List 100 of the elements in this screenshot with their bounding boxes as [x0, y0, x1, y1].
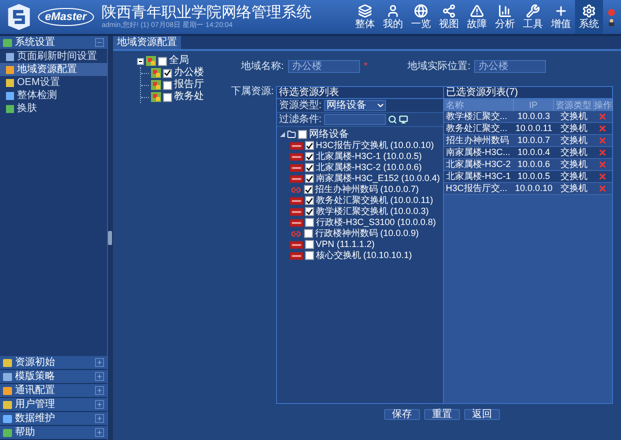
device-label[interactable]: VPN (11.1.1.2) — [316, 240, 375, 249]
checkbox[interactable] — [304, 174, 314, 183]
device-label[interactable]: 北家属楼-H3C-2 (10.0.0.6) — [316, 163, 422, 172]
device-label[interactable]: 教学楼汇聚交换机 (10.0.0.3) — [316, 207, 429, 216]
device-label[interactable]: 教务处汇聚交换机 (10.0.0.11) — [316, 196, 434, 205]
device-label[interactable]: 北家属楼-H3C-1 (10.0.0.5) — [316, 152, 422, 161]
nav-tab[interactable]: 增值 — [547, 0, 575, 34]
nav-tab[interactable]: 系统 — [575, 0, 603, 34]
device-label[interactable]: 行政楼神州数码 (10.0.0.9) — [314, 229, 419, 238]
collapse-icon[interactable] — [137, 58, 144, 64]
collapse-handle[interactable] — [108, 231, 112, 245]
logo-icon — [6, 4, 32, 30]
action-button[interactable]: 保存 — [384, 409, 420, 420]
region-icon — [151, 68, 161, 78]
checkbox[interactable] — [304, 152, 314, 161]
device-label[interactable]: 招生办神州数码 (10.0.0.7) — [314, 185, 419, 194]
checkbox[interactable] — [304, 141, 314, 150]
checkbox[interactable] — [304, 251, 314, 260]
tree-label[interactable]: 报告厅 — [174, 80, 204, 90]
table-cell-text: 招生办神州数码 — [444, 136, 510, 145]
sidebar-group-title: 通讯配置 — [15, 386, 56, 396]
checkbox[interactable] — [304, 207, 314, 216]
switch-icon — [290, 218, 303, 226]
tree-label[interactable]: 办公楼 — [174, 68, 204, 78]
device-label[interactable]: 核心交换机 (10.10.10.1) — [316, 251, 412, 260]
sidebar-item[interactable]: OEM设置 — [0, 76, 107, 89]
action-button[interactable]: 重置 — [424, 409, 460, 420]
filter-field[interactable] — [324, 114, 386, 125]
nav-tab[interactable]: 我的 — [379, 0, 407, 34]
table-cell-text: 10.0.0.3 — [516, 112, 552, 121]
nav-tab[interactable]: 故障 — [463, 0, 491, 34]
delete-icon[interactable] — [598, 172, 608, 181]
sidebar-group-header[interactable]: 用户管理 — [0, 398, 107, 412]
tree-label[interactable]: 全局 — [169, 56, 189, 66]
tree-label[interactable]: 教务处 — [174, 92, 204, 102]
nav-tab[interactable]: 工具 — [519, 0, 547, 34]
globe-icon — [414, 4, 428, 18]
switch-icon — [290, 208, 303, 216]
location-field[interactable]: 办公楼 — [474, 60, 546, 73]
checkbox[interactable] — [304, 240, 314, 249]
tree-toggle[interactable] — [280, 132, 285, 137]
table-cell-text: 教务处汇聚交... — [444, 124, 508, 133]
delete-icon[interactable] — [598, 148, 608, 157]
search-icon[interactable] — [388, 115, 397, 124]
sidebar-group-header[interactable]: 帮助 — [0, 426, 107, 440]
checkbox[interactable] — [163, 80, 172, 90]
sidebar-group-title: 模版策略 — [15, 372, 56, 382]
sidebar-group-title: 数据维护 — [15, 414, 56, 424]
table-cell-text: 南家属楼-H3C... — [444, 148, 512, 157]
switch-icon — [290, 164, 303, 172]
layers-icon — [358, 4, 372, 18]
table-cell-text: 北家属楼-H3C-1 — [444, 172, 512, 181]
nav-tab[interactable]: 视图 — [435, 0, 463, 34]
table-cell-text: 10.0.0.4 — [516, 148, 552, 157]
checkbox[interactable] — [304, 196, 314, 205]
field-label: 过滤条件: — [278, 112, 322, 127]
table-cell-text: 交换机 — [559, 184, 588, 193]
sidebar-group-header[interactable]: 通讯配置 — [0, 384, 107, 398]
sidebar-item[interactable]: 换肤 — [0, 102, 107, 115]
checkbox[interactable] — [158, 56, 167, 66]
tree-label[interactable]: 网络设备 — [308, 130, 349, 140]
name-field[interactable]: 办公楼 — [288, 60, 360, 73]
page-tab[interactable]: 地域资源配置 — [113, 36, 181, 49]
sidebar-group-title: 用户管理 — [15, 400, 56, 410]
checkbox[interactable] — [304, 229, 313, 238]
table-cell-text: 交换机 — [559, 172, 588, 181]
table-cell-text: 交换机 — [559, 148, 588, 157]
checkbox[interactable] — [163, 68, 172, 78]
type-select[interactable]: 网络设备 — [324, 100, 386, 111]
table-cell-text: 10.0.0.11 — [514, 124, 554, 133]
sidebar-item[interactable]: 页面刷新时间设置 — [0, 50, 107, 63]
device-label[interactable]: 南家属楼-H3C_E152 (10.0.0.4) — [316, 174, 440, 183]
device-label[interactable]: 行政楼-H3C_S3100 (10.0.0.8) — [316, 218, 436, 227]
sidebar-item[interactable]: 整体检测 — [0, 89, 107, 102]
sidebar-group-header[interactable]: 模版策略 — [0, 370, 107, 384]
nav-tab[interactable]: 一览 — [407, 0, 435, 34]
brand-logo: eMaster — [38, 8, 94, 26]
field-label: 资源类型: — [278, 98, 322, 113]
checkbox[interactable] — [298, 130, 307, 139]
checkbox[interactable] — [163, 92, 172, 102]
action-button[interactable]: 返回 — [464, 409, 500, 420]
checkbox[interactable] — [304, 163, 314, 172]
delete-icon[interactable] — [598, 124, 608, 133]
table-cell-text: 10.0.0.10 — [514, 184, 554, 193]
sidebar-item[interactable]: 地域资源配置 — [0, 63, 107, 76]
sidebar-group-header[interactable]: 资源初始 — [0, 356, 107, 370]
person-icon[interactable] — [608, 18, 614, 26]
table-cell-text: 10.0.0.5 — [516, 172, 552, 181]
field-label: 地域实际位置: — [408, 60, 470, 74]
link-icon — [290, 184, 302, 194]
checkbox[interactable] — [304, 185, 313, 194]
nav-tab[interactable]: 分析 — [491, 0, 519, 34]
nav-tab[interactable]: 整体 — [351, 0, 379, 34]
device-label[interactable]: H3C报告厅交换机 (10.0.0.10) — [316, 141, 434, 150]
sidebar-group-header[interactable]: 数据维护 — [0, 412, 107, 426]
switch-icon — [290, 152, 303, 160]
required-mark: * — [364, 60, 368, 74]
sidebar-group-header[interactable]: 系统设置 — [0, 36, 107, 50]
table-cell-text: 交换机 — [559, 112, 588, 121]
checkbox[interactable] — [304, 218, 314, 227]
